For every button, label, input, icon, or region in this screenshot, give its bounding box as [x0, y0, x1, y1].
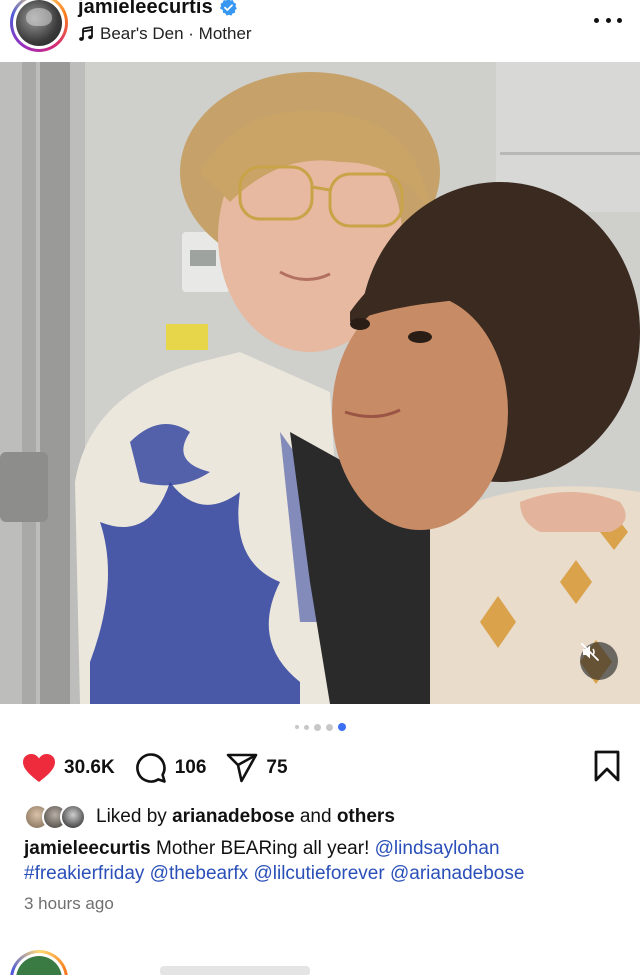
share-button[interactable]: 75: [226, 753, 288, 783]
door-edge: [40, 62, 70, 704]
carousel-dot: [303, 724, 309, 730]
comment-icon: [135, 753, 166, 783]
audio-label: Bear's Den · Mother: [100, 24, 252, 43]
profile-avatar[interactable]: [10, 0, 68, 52]
post-timestamp[interactable]: 3 hours ago: [24, 894, 114, 914]
more-dot: [617, 17, 622, 23]
action-bar: 30.6K 106 75: [22, 750, 620, 786]
carousel-dot-active: [337, 723, 346, 731]
username-row: jamieleecurtis: [78, 0, 238, 19]
avatar: [60, 804, 86, 830]
share-count[interactable]: 75: [266, 757, 287, 779]
hashtag-link[interactable]: #freakierfriday: [24, 863, 144, 884]
more-options-icon[interactable]: [594, 8, 622, 32]
carousel-dot: [294, 725, 299, 729]
liked-by-row[interactable]: Liked by arianadebose and others: [24, 803, 395, 831]
caption-username[interactable]: jamieleecurtis: [24, 838, 151, 859]
more-dot: [605, 17, 611, 23]
comment-button[interactable]: 106: [135, 752, 207, 784]
verified-badge-icon: [219, 0, 237, 16]
liked-by-prefix: Liked by: [96, 806, 167, 827]
heart-icon: [23, 754, 55, 782]
mention-link[interactable]: @lilcutieforever: [253, 863, 384, 884]
caption-text: Mother BEARing all year!: [156, 838, 370, 859]
send-icon: [227, 753, 258, 783]
thermostat-display: [190, 250, 216, 266]
bookmark-icon: [594, 750, 620, 781]
next-post-avatar[interactable]: [10, 950, 68, 975]
speaker-glyph: [581, 643, 599, 661]
liker-username[interactable]: arianadebose: [172, 806, 295, 828]
sticky-note: [166, 324, 208, 350]
muted-speaker-icon[interactable]: [580, 642, 618, 680]
like-button[interactable]: 30.6K: [22, 753, 115, 783]
liker-avatars: [24, 803, 90, 831]
mention-link[interactable]: @arianadebose: [390, 863, 524, 884]
more-dot: [594, 17, 599, 23]
eye: [350, 318, 370, 330]
like-count[interactable]: 30.6K: [64, 757, 115, 779]
post-photo[interactable]: [0, 62, 640, 704]
audio-attribution[interactable]: Bear's Den · Mother: [78, 24, 252, 44]
next-post-username-placeholder: [160, 966, 310, 975]
post-header: jamieleecurtis Bear's Den · Mother: [0, 0, 640, 62]
post-caption: jamieleecurtis Mother BEARing all year! …: [24, 836, 624, 886]
liked-by-conjunction: and: [299, 806, 332, 827]
save-button[interactable]: [594, 750, 620, 787]
username-link[interactable]: jamieleecurtis: [78, 0, 213, 19]
door-handle: [0, 452, 48, 522]
carousel-indicator: [0, 723, 640, 731]
carousel-dot: [313, 723, 321, 731]
photo-illustration: [0, 62, 640, 704]
door-frame: [22, 62, 36, 704]
liked-by-others[interactable]: others: [337, 806, 395, 828]
mention-link[interactable]: @thebearfx: [150, 863, 249, 884]
eye: [408, 331, 432, 343]
mention-link[interactable]: @lindsaylohan: [375, 838, 500, 859]
avatar-image: [16, 0, 62, 46]
carousel-dot: [325, 723, 333, 731]
cabinet-seam: [500, 152, 640, 155]
music-note-icon: [79, 26, 93, 41]
comment-count[interactable]: 106: [175, 757, 207, 779]
